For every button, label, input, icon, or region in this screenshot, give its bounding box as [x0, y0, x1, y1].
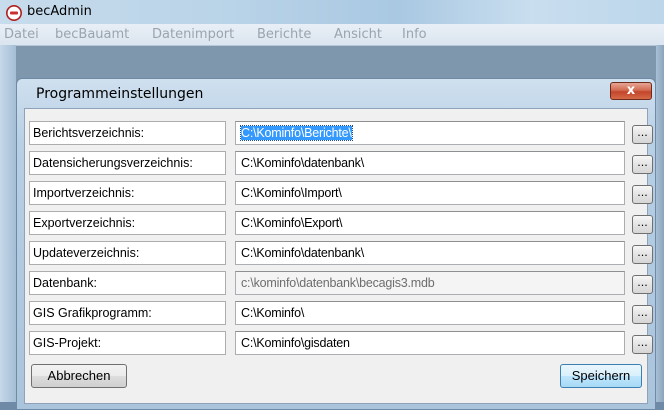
dialog-title: Programmeinstellungen	[36, 86, 204, 102]
setting-input-gis-grafikprogramm[interactable]: C:\Kominfo\	[235, 301, 625, 325]
setting-label: Berichtsverzeichnis:	[29, 121, 226, 145]
app-titlebar: becAdmin	[0, 0, 664, 24]
close-icon: x	[626, 83, 636, 98]
close-button[interactable]: x	[610, 82, 652, 100]
setting-label: Exportverzeichnis:	[29, 211, 226, 235]
app-icon	[6, 5, 22, 21]
browse-button[interactable]: ...	[632, 275, 653, 294]
browse-button[interactable]: ...	[632, 125, 653, 144]
menu-bar: Datei becBauamt Datenimport Berichte Ans…	[0, 24, 664, 46]
setting-row-gis-grafikprogramm: GIS Grafikprogramm: C:\Kominfo\ ...	[29, 301, 653, 325]
setting-row-berichtsverzeichnis: Berichtsverzeichnis: C:\Kominfo\Berichte…	[29, 121, 653, 145]
setting-input-gis-projekt[interactable]: C:\Kominfo\gisdaten	[235, 331, 625, 355]
dialog-client: Berichtsverzeichnis: C:\Kominfo\Berichte…	[24, 108, 653, 404]
setting-label: GIS Grafikprogramm:	[29, 301, 226, 325]
browse-button[interactable]: ...	[632, 185, 653, 204]
setting-row-datenbank: Datenbank: c:\kominfo\datenbank\becagis3…	[29, 271, 653, 295]
browse-button[interactable]: ...	[632, 335, 653, 354]
browse-button[interactable]: ...	[632, 245, 653, 264]
window-right-frame	[656, 45, 664, 410]
browse-button[interactable]: ...	[632, 155, 653, 174]
setting-label: Datenbank:	[29, 271, 226, 295]
setting-label: Importverzeichnis:	[29, 181, 226, 205]
setting-label: Datensicherungsverzeichnis:	[29, 151, 226, 175]
window-left-frame	[0, 45, 16, 410]
browse-button[interactable]: ...	[632, 305, 653, 324]
setting-label: GIS-Projekt:	[29, 331, 226, 355]
setting-input-updateverzeichnis[interactable]: C:\Kominfo\datenbank\	[235, 241, 625, 265]
setting-row-gis-projekt: GIS-Projekt: C:\Kominfo\gisdaten ...	[29, 331, 653, 355]
setting-input-exportverzeichnis[interactable]: C:\Kominfo\Export\	[235, 211, 625, 235]
settings-dialog: Programmeinstellungen x Berichtsverzeich…	[16, 78, 656, 410]
cancel-button[interactable]: Abbrechen	[31, 364, 127, 388]
setting-row-updateverzeichnis: Updateverzeichnis: C:\Kominfo\datenbank\…	[29, 241, 653, 265]
setting-row-importverzeichnis: Importverzeichnis: C:\Kominfo\Import\ ..…	[29, 181, 653, 205]
save-button[interactable]: Speichern	[560, 364, 642, 388]
menu-datei[interactable]: Datei	[4, 27, 39, 42]
app-title: becAdmin	[27, 4, 92, 19]
setting-label: Updateverzeichnis:	[29, 241, 226, 265]
menu-berichte[interactable]: Berichte	[257, 27, 311, 42]
setting-input-importverzeichnis[interactable]: C:\Kominfo\Import\	[235, 181, 625, 205]
setting-input-datenbank: c:\kominfo\datenbank\becagis3.mdb	[235, 271, 625, 295]
menu-becbauamt[interactable]: becBauamt	[55, 27, 129, 42]
menu-ansicht[interactable]: Ansicht	[334, 27, 382, 42]
setting-input-berichtsverzeichnis[interactable]: C:\Kominfo\Berichte\	[235, 121, 625, 145]
setting-row-exportverzeichnis: Exportverzeichnis: C:\Kominfo\Export\ ..…	[29, 211, 653, 235]
menu-datenimport[interactable]: Datenimport	[152, 27, 234, 42]
selected-text: C:\Kominfo\Berichte\	[240, 125, 353, 141]
menu-info[interactable]: Info	[402, 27, 427, 42]
setting-row-datensicherungsverzeichnis: Datensicherungsverzeichnis: C:\Kominfo\d…	[29, 151, 653, 175]
browse-button[interactable]: ...	[632, 215, 653, 234]
setting-input-datensicherungsverzeichnis[interactable]: C:\Kominfo\datenbank\	[235, 151, 625, 175]
